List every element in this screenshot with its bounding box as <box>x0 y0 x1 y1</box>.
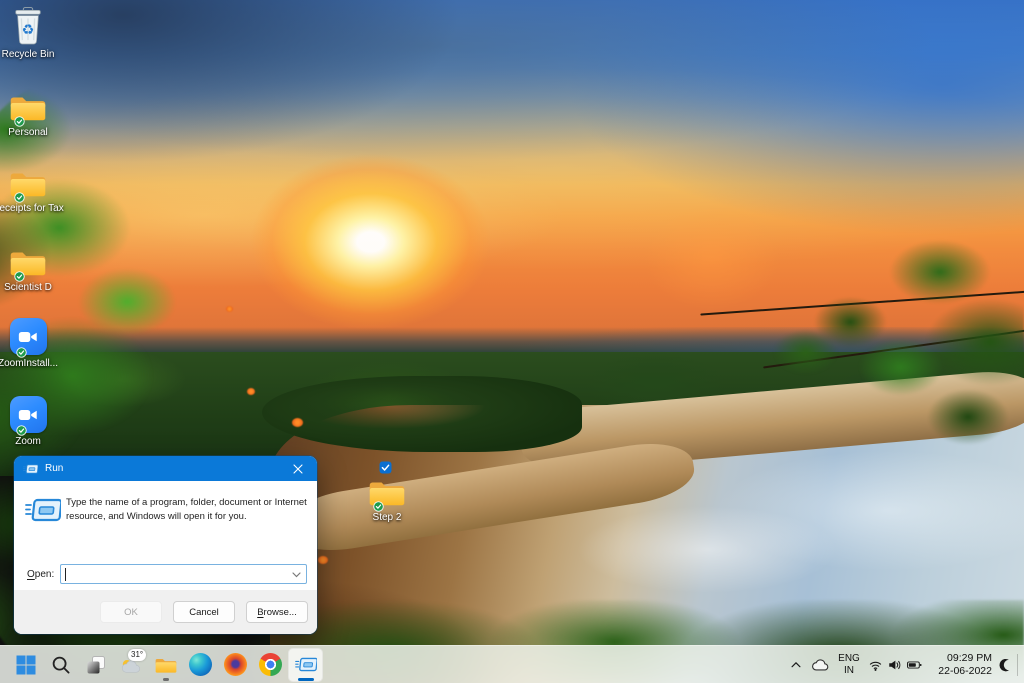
taskbar-taskview-button[interactable] <box>78 648 113 682</box>
run-dialog-footer: OK Cancel Browse... <box>14 590 317 634</box>
moon-icon <box>997 657 1012 672</box>
task-view-icon <box>85 654 107 676</box>
desktop-icon-zoom[interactable]: Zoom <box>0 391 66 448</box>
taskbar-search-button[interactable] <box>43 648 78 682</box>
running-indicator <box>163 678 169 681</box>
chevron-down-icon[interactable] <box>292 572 301 578</box>
taskbar-edge-button[interactable] <box>183 648 218 682</box>
taskbar-firefox-button[interactable] <box>218 648 253 682</box>
language-region: IN <box>844 665 854 677</box>
taskbar: 31° <box>0 645 1024 683</box>
volume-icon <box>887 658 902 672</box>
run-dialog-body: Type the name of a program, folder, docu… <box>14 481 317 590</box>
text-caret <box>65 568 66 581</box>
show-desktop-button[interactable] <box>1017 654 1022 676</box>
desktop-icon-receipts-for-tax[interactable]: Receipts for Tax <box>0 158 66 215</box>
run-dialog-message: Type the name of a program, folder, docu… <box>66 496 313 524</box>
desktop-icon-scientist-d[interactable]: Scientist D <box>0 237 66 294</box>
desktop-icon-label: Step 2 <box>373 512 402 524</box>
desktop-icon-recycle-bin[interactable]: ♻ Recycle Bin <box>0 4 66 61</box>
desktop-icon-label: Personal <box>8 127 47 139</box>
close-icon <box>293 464 303 474</box>
tray-language-switcher[interactable]: ENG IN <box>832 650 866 680</box>
run-window-icon <box>23 463 38 475</box>
wallpaper-flower <box>318 556 328 564</box>
close-button[interactable] <box>288 459 308 479</box>
run-dialog-title: Run <box>45 463 63 474</box>
tray-time: 09:29 PM <box>947 652 992 665</box>
wallpaper-flower <box>226 306 233 312</box>
cancel-button[interactable]: Cancel <box>173 601 235 623</box>
file-explorer-icon <box>154 655 178 675</box>
selection-checkbox[interactable] <box>379 461 392 474</box>
desktop-icon-label: Recycle Bin <box>2 49 55 61</box>
tray-date: 22-06-2022 <box>938 665 992 678</box>
browse-button[interactable]: Browse... <box>246 601 308 623</box>
edge-icon <box>189 653 212 676</box>
run-app-icon <box>295 656 317 673</box>
tray-show-hidden-icons-button[interactable] <box>786 650 806 680</box>
desktop-icon-step2[interactable]: Step 2 <box>350 467 424 524</box>
weather-temp-badge: 31° <box>128 649 146 661</box>
taskbar-start-button[interactable] <box>8 648 43 682</box>
desktop-icon-label: Zoom <box>15 436 41 448</box>
run-app-icon <box>25 496 61 524</box>
sync-badge-icon <box>14 271 25 282</box>
svg-text:♻: ♻ <box>22 23 35 39</box>
sync-badge-icon <box>14 192 25 203</box>
wifi-icon <box>868 658 883 672</box>
active-window-indicator <box>298 678 314 681</box>
battery-icon <box>906 658 923 672</box>
wallpaper-foliage <box>744 232 1024 482</box>
wallpaper-flower <box>292 418 303 427</box>
tray-clock[interactable]: 09:29 PM 22-06-2022 <box>924 650 994 680</box>
taskbar-widgets-button[interactable]: 31° <box>113 648 148 682</box>
open-input[interactable] <box>60 564 307 584</box>
sync-badge-icon <box>16 347 27 358</box>
onedrive-cloud-icon <box>810 657 829 673</box>
desktop-icon-personal[interactable]: Personal <box>0 82 66 139</box>
desktop-icon-label: Receipts for Tax <box>0 203 64 215</box>
wallpaper-flower <box>247 388 255 395</box>
run-dialog-titlebar[interactable]: Run <box>14 456 317 481</box>
taskbar-chrome-button[interactable] <box>253 648 288 682</box>
sync-badge-icon <box>14 116 25 127</box>
desktop-icon-label: Scientist D <box>4 282 52 294</box>
recycle-bin-icon: ♻ <box>11 6 45 46</box>
search-icon <box>51 655 71 675</box>
tray-status-button[interactable] <box>866 650 924 680</box>
taskbar-explorer-button[interactable] <box>148 648 183 682</box>
windows-logo-icon <box>16 655 36 675</box>
tray-onedrive-button[interactable] <box>806 650 832 680</box>
open-label: Open: <box>27 569 60 580</box>
firefox-icon <box>224 653 247 676</box>
chrome-icon <box>259 653 282 676</box>
desktop-icon-zoominstall[interactable]: ZoomInstall... <box>0 313 66 370</box>
ok-button[interactable]: OK <box>100 601 162 623</box>
desktop-icon-label: ZoomInstall... <box>0 358 58 370</box>
language-code: ENG <box>838 653 860 665</box>
taskbar-run-button[interactable] <box>288 648 323 682</box>
sync-badge-icon <box>16 425 27 436</box>
sync-badge-icon <box>373 501 384 512</box>
run-dialog-window: Run Type the name of a program, folder, … <box>14 456 317 634</box>
chevron-up-icon <box>789 658 803 672</box>
tray-focus-assist-button[interactable] <box>994 650 1014 680</box>
screen: ♻ Recycle Bin Personal Receipts for Tax … <box>0 0 1024 683</box>
